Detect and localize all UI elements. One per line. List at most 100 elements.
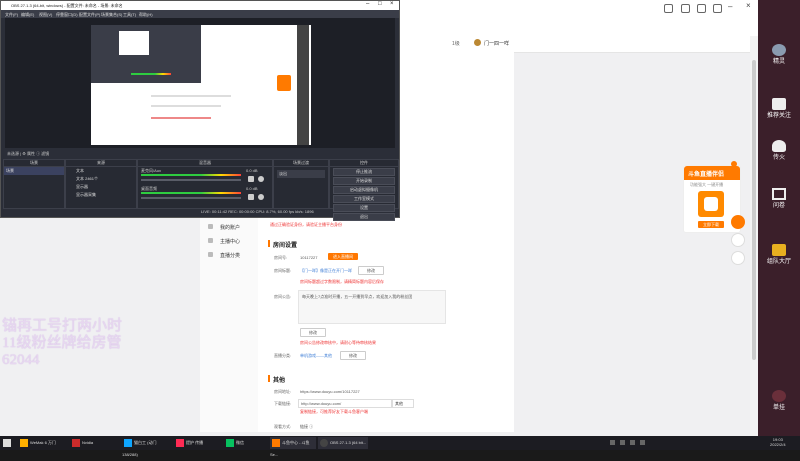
- audio-mixer-dock: 混音器 麦克风/Aux 0.0 dB 桌面音频 0.0 dB: [137, 159, 273, 209]
- level-link[interactable]: 1级: [452, 40, 460, 47]
- rightbar-label: 单挂: [772, 405, 785, 411]
- close-icon[interactable]: ×: [390, 1, 394, 7]
- room-notice-label: 房间公告:: [274, 294, 292, 299]
- overlay-line: 62044: [2, 352, 40, 368]
- taskbar-app[interactable]: OBS 27.1.3 (64 bit...: [318, 437, 368, 449]
- taskbar-app[interactable]: 斗鱼中心 - 斗鱼 Se...: [270, 437, 316, 457]
- taskbar-clock[interactable]: 19:03 2022/2/4: [770, 437, 786, 447]
- download-link-label: 下载链接:: [274, 401, 292, 406]
- settings-button[interactable]: 设置: [333, 204, 395, 212]
- start-icon[interactable]: [3, 439, 11, 447]
- controls-header: 控件: [330, 160, 398, 167]
- taskbar-app[interactable]: 微信: [224, 437, 268, 449]
- category-icon: [208, 252, 213, 257]
- edit-notice-button[interactable]: 修改: [300, 328, 326, 337]
- studio-mode-button[interactable]: 工作室模式: [333, 195, 395, 203]
- edit-title-button[interactable]: 修改: [358, 266, 384, 275]
- rightbar-item[interactable]: 精灵: [758, 44, 800, 65]
- virtual-camera-button[interactable]: 启动虚拟摄像机: [333, 186, 395, 194]
- promo-title: 斗鱼直播伴侣: [688, 172, 725, 178]
- room-id-label: 房间号:: [274, 255, 288, 260]
- speaker-icon[interactable]: [248, 176, 254, 182]
- gift-float-icon[interactable]: [731, 215, 745, 229]
- preview-nested-screen: [119, 31, 149, 55]
- rightbar-label: 组队大厅: [766, 259, 791, 265]
- taskbar-app-label: WeMak 6 万门: [30, 440, 56, 445]
- taskbar-app[interactable]: 提护 传播: [174, 437, 222, 449]
- exit-button[interactable]: 退出: [333, 213, 395, 221]
- promo-close-icon[interactable]: [731, 161, 737, 167]
- rightbar-item[interactable]: 推荐关注: [758, 98, 800, 119]
- category-value[interactable]: 单机游戏——其他: [300, 353, 332, 359]
- taskbar-app[interactable]: 猫白工 (动门138/288): [122, 437, 172, 457]
- tray-icon[interactable]: [640, 440, 645, 445]
- tray-icon[interactable]: [630, 440, 635, 445]
- window-icon[interactable]: [713, 4, 722, 13]
- stream-overlay-text: 锚再工号打两小时 11级粉丝牌给房管 62044: [2, 318, 172, 369]
- avatar[interactable]: [474, 39, 481, 46]
- transition-select[interactable]: 淡出: [277, 170, 325, 178]
- room-title-note: 房间标题超过字数限制，请精简标题内容后保存: [300, 279, 384, 284]
- edit-category-button[interactable]: 修改: [340, 351, 366, 360]
- enter-room-button[interactable]: 进入直播间: [328, 253, 358, 260]
- clock-date: 2022/2/4: [770, 442, 786, 447]
- minimize-icon[interactable]: –: [728, 2, 737, 11]
- rightbar-item[interactable]: 问卷: [758, 188, 800, 209]
- tray-icon[interactable]: [620, 440, 625, 445]
- gear-icon[interactable]: [258, 176, 264, 182]
- rightbar-item[interactable]: 组队大厅: [758, 244, 800, 265]
- minimize-icon[interactable]: –: [366, 1, 369, 7]
- scrollbar-thumb[interactable]: [752, 60, 756, 360]
- download-option-select[interactable]: 其他: [392, 399, 414, 408]
- window-icon[interactable]: [664, 4, 673, 13]
- download-link-input[interactable]: http://www.douyu.com/: [298, 399, 392, 408]
- taskbar-app[interactable]: Nvidia: [70, 437, 118, 449]
- desktop-db: 0.0 dB: [246, 186, 258, 191]
- system-tray[interactable]: [610, 439, 730, 447]
- stop-streaming-button[interactable]: 停止推流: [333, 168, 395, 176]
- taskbar-app[interactable]: WeMak 6 万门: [18, 437, 66, 449]
- window-icon[interactable]: [681, 4, 690, 13]
- close-icon[interactable]: ×: [746, 1, 755, 10]
- team-icon: [772, 244, 786, 256]
- rightbar-label: 推荐关注: [766, 113, 791, 119]
- source-item[interactable]: 显示器采集: [66, 191, 136, 199]
- promo-download-button[interactable]: 立即下载: [698, 221, 724, 228]
- app-icon: [72, 439, 80, 447]
- tray-icon[interactable]: [610, 440, 615, 445]
- source-item[interactable]: 文本 2461个: [66, 175, 136, 183]
- source-item[interactable]: 文本: [66, 167, 136, 175]
- room-notice-value: 每天晚上7点准时开播，五一开播到早点，欢迎加入我的粉丝团: [302, 294, 413, 299]
- obs-menu-bar: 文件(F) 编辑(E) 视图(V) 停靠窗口(D) 配置文件(P) 场景集合(S…: [1, 10, 399, 18]
- start-recording-button[interactable]: 开始录制: [333, 177, 395, 185]
- mic-volume-slider[interactable]: [141, 179, 241, 181]
- rightbar-item[interactable]: 单挂: [758, 390, 800, 411]
- scene-item[interactable]: 场景: [4, 167, 64, 175]
- controls-dock: 控件 停止推流 开始录制 启动虚拟摄像机 工作室模式 设置 退出: [329, 159, 399, 221]
- source-item[interactable]: 显示器: [66, 183, 136, 191]
- speaker-icon[interactable]: [248, 194, 254, 200]
- app-icon: [124, 439, 132, 447]
- home-float-icon[interactable]: [731, 233, 745, 247]
- mic-db: 0.0 dB: [246, 168, 258, 173]
- taskbar-app-label: OBS 27.1.3 (64 bit...: [330, 440, 367, 445]
- preview-line: [151, 95, 231, 97]
- maximize-icon[interactable]: □: [378, 1, 382, 7]
- preview-capture-image: [91, 25, 311, 145]
- sidebar-item-account[interactable]: 我的账户: [220, 224, 240, 231]
- settings-float-icon[interactable]: [731, 251, 745, 265]
- verify-notice: 通过正确验证身份，请验证主播平台身份: [270, 222, 342, 227]
- sidebar-item-anchor-center[interactable]: 主播中心: [220, 238, 240, 245]
- companion-logo-icon: [698, 191, 724, 217]
- gear-icon[interactable]: [258, 194, 264, 200]
- room-notice-textarea[interactable]: 每天晚上7点准时开播，五一开播到早点，欢迎加入我的粉丝团: [298, 290, 446, 324]
- username-link[interactable]: 门一四一咩: [484, 40, 509, 47]
- sidebar-item-category[interactable]: 直播分类: [220, 252, 240, 259]
- sources-header: 来源: [66, 160, 136, 167]
- rightbar-item[interactable]: 传火: [758, 140, 800, 161]
- window-icon[interactable]: [697, 4, 706, 13]
- desktop-level-meter: [141, 192, 241, 194]
- taskbar-app-label: 微信: [236, 440, 244, 445]
- obs-status-strip: 未选源 | ⚙ 属性 ⓘ 滤镜: [5, 150, 395, 157]
- desktop-volume-slider[interactable]: [141, 197, 241, 199]
